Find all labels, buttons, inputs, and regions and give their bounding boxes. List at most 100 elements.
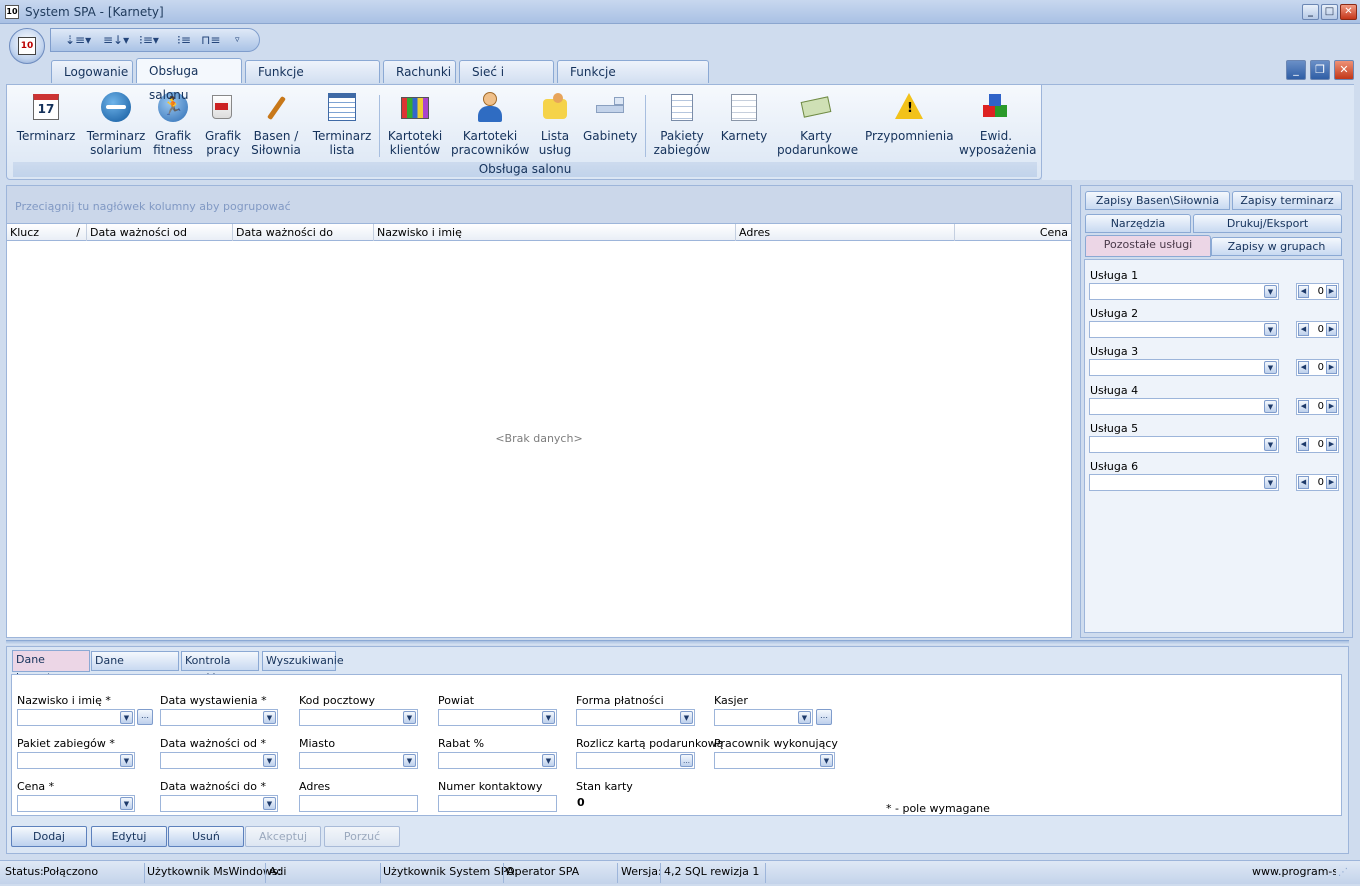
- service-combo[interactable]: ▼: [1089, 359, 1279, 376]
- service-quantity-stepper[interactable]: 0 ◀ ▶: [1296, 398, 1339, 415]
- tab-obsluga-salonu[interactable]: Obsługa salonu: [136, 58, 242, 102]
- chevron-down-icon[interactable]: ▼: [1264, 285, 1277, 298]
- pracownik-combo[interactable]: ▼: [714, 752, 835, 769]
- tab-funkcje-managerskie[interactable]: Funkcje managerskie: [245, 60, 380, 101]
- data-do-field[interactable]: ▼: [160, 795, 278, 812]
- column-header-cena[interactable]: Cena: [955, 224, 1071, 241]
- chevron-down-icon[interactable]: ▼: [542, 711, 555, 724]
- chevron-down-icon[interactable]: ▼: [680, 711, 693, 724]
- chevron-down-icon[interactable]: ▼: [798, 711, 811, 724]
- tab-drukuj-eksport[interactable]: Drukuj/Eksport: [1193, 214, 1342, 233]
- tab-wyszukiwanie[interactable]: Wyszukiwanie: [262, 651, 344, 671]
- chevron-down-icon[interactable]: ▼: [120, 711, 133, 724]
- terminarz-solarium-button[interactable]: Terminarz solarium: [85, 89, 147, 159]
- adres-input[interactable]: [299, 795, 418, 812]
- chevron-down-icon[interactable]: ▼: [1264, 323, 1277, 336]
- horizontal-splitter[interactable]: [6, 640, 1349, 645]
- column-header-adres[interactable]: Adres: [736, 224, 955, 241]
- service-quantity-stepper[interactable]: 0 ◀ ▶: [1296, 436, 1339, 453]
- chevron-down-icon[interactable]: ▼: [263, 797, 276, 810]
- qat-list-icon[interactable]: ⁝≡▾: [139, 33, 165, 47]
- ewid-wyposazenia-button[interactable]: Ewid. wyposażenia: [959, 89, 1036, 159]
- miasto-combo[interactable]: ▼: [299, 752, 418, 769]
- data-od-field[interactable]: ▼: [160, 752, 278, 769]
- chevron-down-icon[interactable]: ▼: [1264, 476, 1277, 489]
- tab-kontrola-wejsc[interactable]: Kontrola wejść: [181, 651, 259, 685]
- close-button[interactable]: ✕: [1340, 4, 1357, 20]
- ellipsis-icon[interactable]: …: [680, 754, 693, 767]
- column-header-klucz[interactable]: Klucz /: [7, 224, 87, 241]
- rabat-combo[interactable]: ▼: [438, 752, 557, 769]
- data-wystawienia-field[interactable]: ▼: [160, 709, 278, 726]
- tab-logowanie[interactable]: Logowanie: [51, 60, 133, 83]
- chevron-down-icon[interactable]: ▼: [120, 754, 133, 767]
- chevron-down-icon[interactable]: ▼: [263, 711, 276, 724]
- karnety-button[interactable]: Karnety: [717, 89, 771, 159]
- tab-zapisy-terminarz[interactable]: Zapisy terminarz: [1232, 191, 1342, 210]
- akceptuj-button[interactable]: Akceptuj: [245, 826, 321, 847]
- qat-layout-icon[interactable]: ⊓≡: [201, 33, 227, 47]
- mdi-minimize-button[interactable]: _: [1286, 60, 1306, 80]
- tab-zapisy-w-grupach[interactable]: Zapisy w grupach: [1211, 237, 1342, 256]
- tab-dane-karnetu[interactable]: Dane karnetu: [12, 650, 90, 684]
- numer-kontaktowy-input[interactable]: [438, 795, 557, 812]
- tab-narzedzia[interactable]: Narzędzia: [1085, 214, 1191, 233]
- service-combo[interactable]: ▼: [1089, 398, 1279, 415]
- chevron-down-icon[interactable]: ▼: [1264, 400, 1277, 413]
- column-header-data-do[interactable]: Data ważności do: [233, 224, 374, 241]
- service-quantity-stepper[interactable]: 0 ◀ ▶: [1296, 321, 1339, 338]
- service-quantity-stepper[interactable]: 0 ◀ ▶: [1296, 283, 1339, 300]
- mdi-restore-button[interactable]: ❐: [1310, 60, 1330, 80]
- service-combo[interactable]: ▼: [1089, 436, 1279, 453]
- przypomnienia-button[interactable]: ! Przypomnienia: [865, 89, 954, 159]
- service-combo[interactable]: ▼: [1089, 474, 1279, 491]
- lista-uslug-button[interactable]: Lista usług: [535, 89, 575, 159]
- tab-funkcje-administracyjne[interactable]: Funkcje administracyjne: [557, 60, 709, 101]
- pakiety-zabiegow-button[interactable]: Pakiety zabiegów: [651, 89, 713, 159]
- service-combo[interactable]: ▼: [1089, 283, 1279, 300]
- tab-dane-dodatkowe[interactable]: Dane dodatkowe: [91, 651, 179, 685]
- qat-bullets-icon[interactable]: ⁝≡: [177, 33, 203, 47]
- maximize-button[interactable]: □: [1321, 4, 1338, 20]
- kasjer-combo[interactable]: ▼: [714, 709, 813, 726]
- tab-zapisy-basen-silownia[interactable]: Zapisy Basen\Siłownia: [1085, 191, 1230, 210]
- chevron-down-icon[interactable]: ▼: [403, 711, 416, 724]
- edytuj-button[interactable]: Edytuj: [91, 826, 167, 847]
- chevron-down-icon[interactable]: ▼: [120, 797, 133, 810]
- terminarz-button[interactable]: 17 Terminarz: [13, 89, 79, 159]
- qat-customize-icon[interactable]: ▿: [235, 33, 261, 47]
- karty-podarunkowe-button[interactable]: Karty podarunkowe: [777, 89, 858, 159]
- service-quantity-stepper[interactable]: 0 ◀ ▶: [1296, 474, 1339, 491]
- dodaj-button[interactable]: Dodaj: [11, 826, 87, 847]
- porzuc-button[interactable]: Porzuć: [324, 826, 400, 847]
- tab-rachunki[interactable]: Rachunki: [383, 60, 456, 83]
- resize-grip-icon[interactable]: ⋰: [1338, 867, 1354, 881]
- basen-silownia-button[interactable]: Basen / Siłownia: [249, 89, 303, 159]
- mdi-close-button[interactable]: ✕: [1334, 60, 1354, 80]
- pakiet-combo[interactable]: ▼: [17, 752, 135, 769]
- chevron-down-icon[interactable]: ▼: [263, 754, 276, 767]
- tab-pozostale-uslugi[interactable]: Pozostałe usługi: [1085, 235, 1211, 257]
- kartoteki-klientow-button[interactable]: Kartoteki klientów: [385, 89, 445, 159]
- nazwisko-combo[interactable]: ▼: [17, 709, 135, 726]
- service-combo[interactable]: ▼: [1089, 321, 1279, 338]
- forma-platnosci-combo[interactable]: ▼: [576, 709, 695, 726]
- website-link[interactable]: www.program-spa.pl: [1252, 865, 1336, 881]
- group-by-panel[interactable]: Przeciągnij tu nagłówek kolumny aby pogr…: [7, 186, 1071, 223]
- cena-combo[interactable]: ▼: [17, 795, 135, 812]
- column-header-data-od[interactable]: Data ważności od: [87, 224, 233, 241]
- chevron-down-icon[interactable]: ▼: [403, 754, 416, 767]
- kasjer-lookup-button[interactable]: …: [816, 709, 832, 725]
- grafik-pracy-button[interactable]: Grafik pracy: [199, 89, 247, 159]
- service-quantity-stepper[interactable]: 0 ◀ ▶: [1296, 359, 1339, 376]
- chevron-down-icon[interactable]: ▼: [820, 754, 833, 767]
- nazwisko-lookup-button[interactable]: …: [137, 709, 153, 725]
- gabinety-button[interactable]: Gabinety: [583, 89, 637, 159]
- column-header-nazwisko[interactable]: Nazwisko i imię: [374, 224, 736, 241]
- kartoteki-pracownikow-button[interactable]: Kartoteki pracowników: [451, 89, 529, 159]
- rozlicz-field[interactable]: …: [576, 752, 695, 769]
- chevron-down-icon[interactable]: ▼: [1264, 438, 1277, 451]
- qat-sort-asc-icon[interactable]: ⇣≡▾: [65, 33, 91, 47]
- minimize-button[interactable]: _: [1302, 4, 1319, 20]
- usun-button[interactable]: Usuń: [168, 826, 244, 847]
